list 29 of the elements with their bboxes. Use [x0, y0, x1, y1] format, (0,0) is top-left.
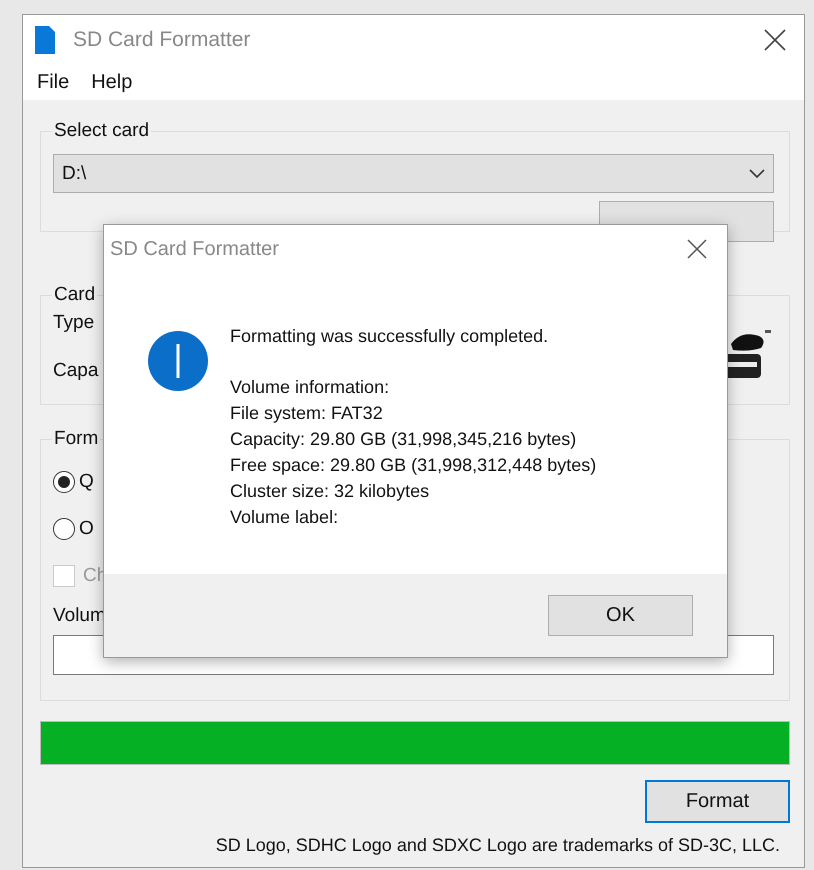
detail-line: Capacity: 29.80 GB (31,998,345,216 bytes) — [230, 428, 578, 451]
detail-line: Cluster size: 32 kilobytes — [230, 480, 430, 503]
close-icon[interactable] — [764, 28, 786, 50]
field-label: Capa — [53, 360, 98, 382]
option-label: Q — [79, 470, 94, 492]
menu-item[interactable]: Help — [91, 70, 132, 94]
close-icon[interactable] — [687, 239, 707, 259]
group-label: Select card — [53, 120, 150, 142]
detail-line: Volume information: — [230, 376, 390, 399]
info-icon — [148, 331, 208, 391]
option-label: O — [79, 518, 94, 540]
sd-card-icon — [35, 26, 55, 54]
menu-item[interactable]: File — [37, 70, 70, 94]
dialog-title: SD Card Formatter — [110, 238, 279, 260]
detail-line: File system: FAT32 — [230, 402, 384, 425]
chevron-down-icon — [749, 168, 765, 178]
detail-line: Free space: 29.80 GB (31,998,312,448 bytes) — [230, 454, 596, 477]
detail-line: Volume label: — [230, 506, 340, 529]
group-label: Card — [53, 284, 96, 306]
window-title: SD Card Formatter — [73, 28, 252, 52]
trademark-note: SD Logo, SDHC Logo and SDXC Logo are trademarks of SD-3C, LLC. — [214, 835, 781, 856]
dialog-message: Formatting was successfully completed. — [230, 325, 550, 348]
field-label: Type — [53, 312, 94, 334]
group-label: Form — [53, 428, 100, 450]
drive-dropdown[interactable]: D:\ — [53, 154, 774, 193]
radio-button[interactable] — [53, 470, 75, 492]
format-button[interactable]: Format — [645, 780, 790, 823]
ok-button[interactable]: OK — [548, 595, 693, 636]
radio-button[interactable] — [53, 518, 75, 540]
